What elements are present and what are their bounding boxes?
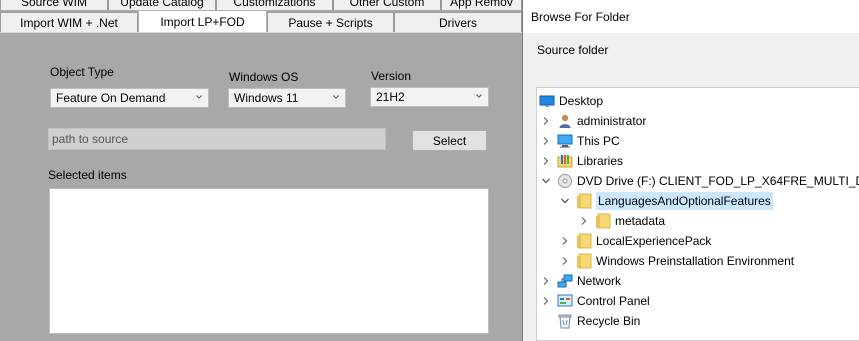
dialog-title-bar[interactable]: Browse For Folder <box>523 0 859 33</box>
tab-drivers[interactable]: Drivers <box>394 12 522 32</box>
chevron-right-icon[interactable] <box>541 136 551 146</box>
chevron-down-icon <box>196 94 202 100</box>
tree-item-dvd-drive[interactable]: DVD Drive (F:) CLIENT_FOD_LP_X64FRE_MULT… <box>541 171 859 191</box>
version-label: Version <box>371 69 412 83</box>
dvd-drive-icon <box>557 173 573 189</box>
browse-for-folder-dialog: Browse For Folder Source folder Desktop … <box>522 0 859 341</box>
select-button[interactable]: Select <box>412 130 487 151</box>
tree-item-label: Windows Preinstallation Environment <box>596 254 795 268</box>
chevron-right-icon[interactable] <box>560 256 570 266</box>
tab-update-catalog[interactable]: Update Catalog <box>108 0 216 10</box>
tree-item-label: administrator <box>577 114 647 128</box>
desktop-icon <box>539 93 555 109</box>
folder-icon <box>576 253 592 269</box>
tree-item-windows-pe[interactable]: Windows Preinstallation Environment <box>560 251 794 271</box>
tree-item-recycle-bin[interactable]: Recycle Bin <box>557 311 640 331</box>
object-type-label: Object Type <box>50 65 114 79</box>
tree-item-this-pc[interactable]: This PC <box>541 131 620 151</box>
chevron-right-icon[interactable] <box>541 276 551 286</box>
tree-item-label: Network <box>577 274 622 288</box>
version-dropdown[interactable]: 21H2 <box>370 87 489 107</box>
folder-tree[interactable]: Desktop administrator This PC Libraries <box>536 87 859 341</box>
selected-items-list[interactable] <box>49 188 489 334</box>
tree-item-label: Recycle Bin <box>577 314 641 328</box>
tab-row-back: Source WIM Update Catalog Customizations… <box>0 0 522 10</box>
control-panel-icon <box>557 293 573 309</box>
tree-item-metadata[interactable]: metadata <box>579 211 665 231</box>
folder-icon <box>595 213 611 229</box>
tree-item-label: This PC <box>577 134 620 148</box>
tree-item-control-panel[interactable]: Control Panel <box>541 291 650 311</box>
tab-row-front: Import WIM + .Net Import LP+FOD Pause + … <box>0 10 522 32</box>
chevron-right-icon[interactable] <box>579 216 589 226</box>
tree-item-label: Control Panel <box>577 294 650 308</box>
chevron-right-icon[interactable] <box>541 156 551 166</box>
tree-item-label: DVD Drive (F:) CLIENT_FOD_LP_X64FRE_MULT… <box>577 174 859 188</box>
pc-icon <box>557 133 573 149</box>
chevron-right-icon[interactable] <box>541 116 551 126</box>
object-type-value: Feature On Demand <box>56 91 166 105</box>
tab-source-wim[interactable]: Source WIM <box>0 0 108 10</box>
windows-os-label: Windows OS <box>229 70 299 84</box>
chevron-right-icon[interactable] <box>560 236 570 246</box>
tab-customizations[interactable]: Customizations <box>216 0 333 10</box>
selected-items-label: Selected items <box>48 168 127 182</box>
tree-item-label: LanguagesAndOptionalFeatures <box>596 192 773 210</box>
tree-item-network[interactable]: Network <box>541 271 621 291</box>
dialog-subtitle: Source folder <box>537 43 609 57</box>
libraries-icon <box>557 153 573 169</box>
folder-icon <box>576 193 592 209</box>
windows-os-value: Windows 11 <box>234 91 299 105</box>
chevron-down-icon[interactable] <box>560 196 570 206</box>
tree-item-label: Desktop <box>559 94 604 108</box>
tree-item-label: metadata <box>615 214 666 228</box>
chevron-down-icon <box>333 94 339 100</box>
tab-other-custom[interactable]: Other Custom <box>333 0 441 10</box>
user-icon <box>557 113 573 129</box>
network-icon <box>557 273 573 289</box>
tree-item-libraries[interactable]: Libraries <box>541 151 623 171</box>
object-type-dropdown[interactable]: Feature On Demand <box>50 88 209 108</box>
tree-item-local-experience-pack[interactable]: LocalExperiencePack <box>560 231 711 251</box>
source-path-input[interactable] <box>48 128 386 150</box>
tree-item-administrator[interactable]: administrator <box>541 111 646 131</box>
folder-icon <box>576 233 592 249</box>
chevron-right-icon[interactable] <box>541 296 551 306</box>
version-value: 21H2 <box>376 90 405 104</box>
tree-item-languages-and-optional-features[interactable]: LanguagesAndOptionalFeatures <box>560 191 773 211</box>
tree-item-label: Libraries <box>577 154 624 168</box>
chevron-down-icon <box>476 93 482 99</box>
tab-app-remove[interactable]: App Remov <box>441 0 522 10</box>
tree-item-desktop[interactable]: Desktop <box>539 91 603 111</box>
tab-import-wim-net[interactable]: Import WIM + .Net <box>0 12 138 32</box>
dialog-title: Browse For Folder <box>531 9 630 24</box>
tab-import-lp-fod[interactable]: Import LP+FOD <box>138 10 267 32</box>
main-app-window: Source WIM Update Catalog Customizations… <box>0 0 522 341</box>
tree-item-label: LocalExperiencePack <box>596 234 712 248</box>
windows-os-dropdown[interactable]: Windows 11 <box>228 88 346 108</box>
recycle-bin-icon <box>557 313 573 329</box>
tab-divider <box>0 32 522 33</box>
chevron-down-icon[interactable] <box>541 176 551 186</box>
tab-pause-scripts[interactable]: Pause + Scripts <box>267 12 394 32</box>
